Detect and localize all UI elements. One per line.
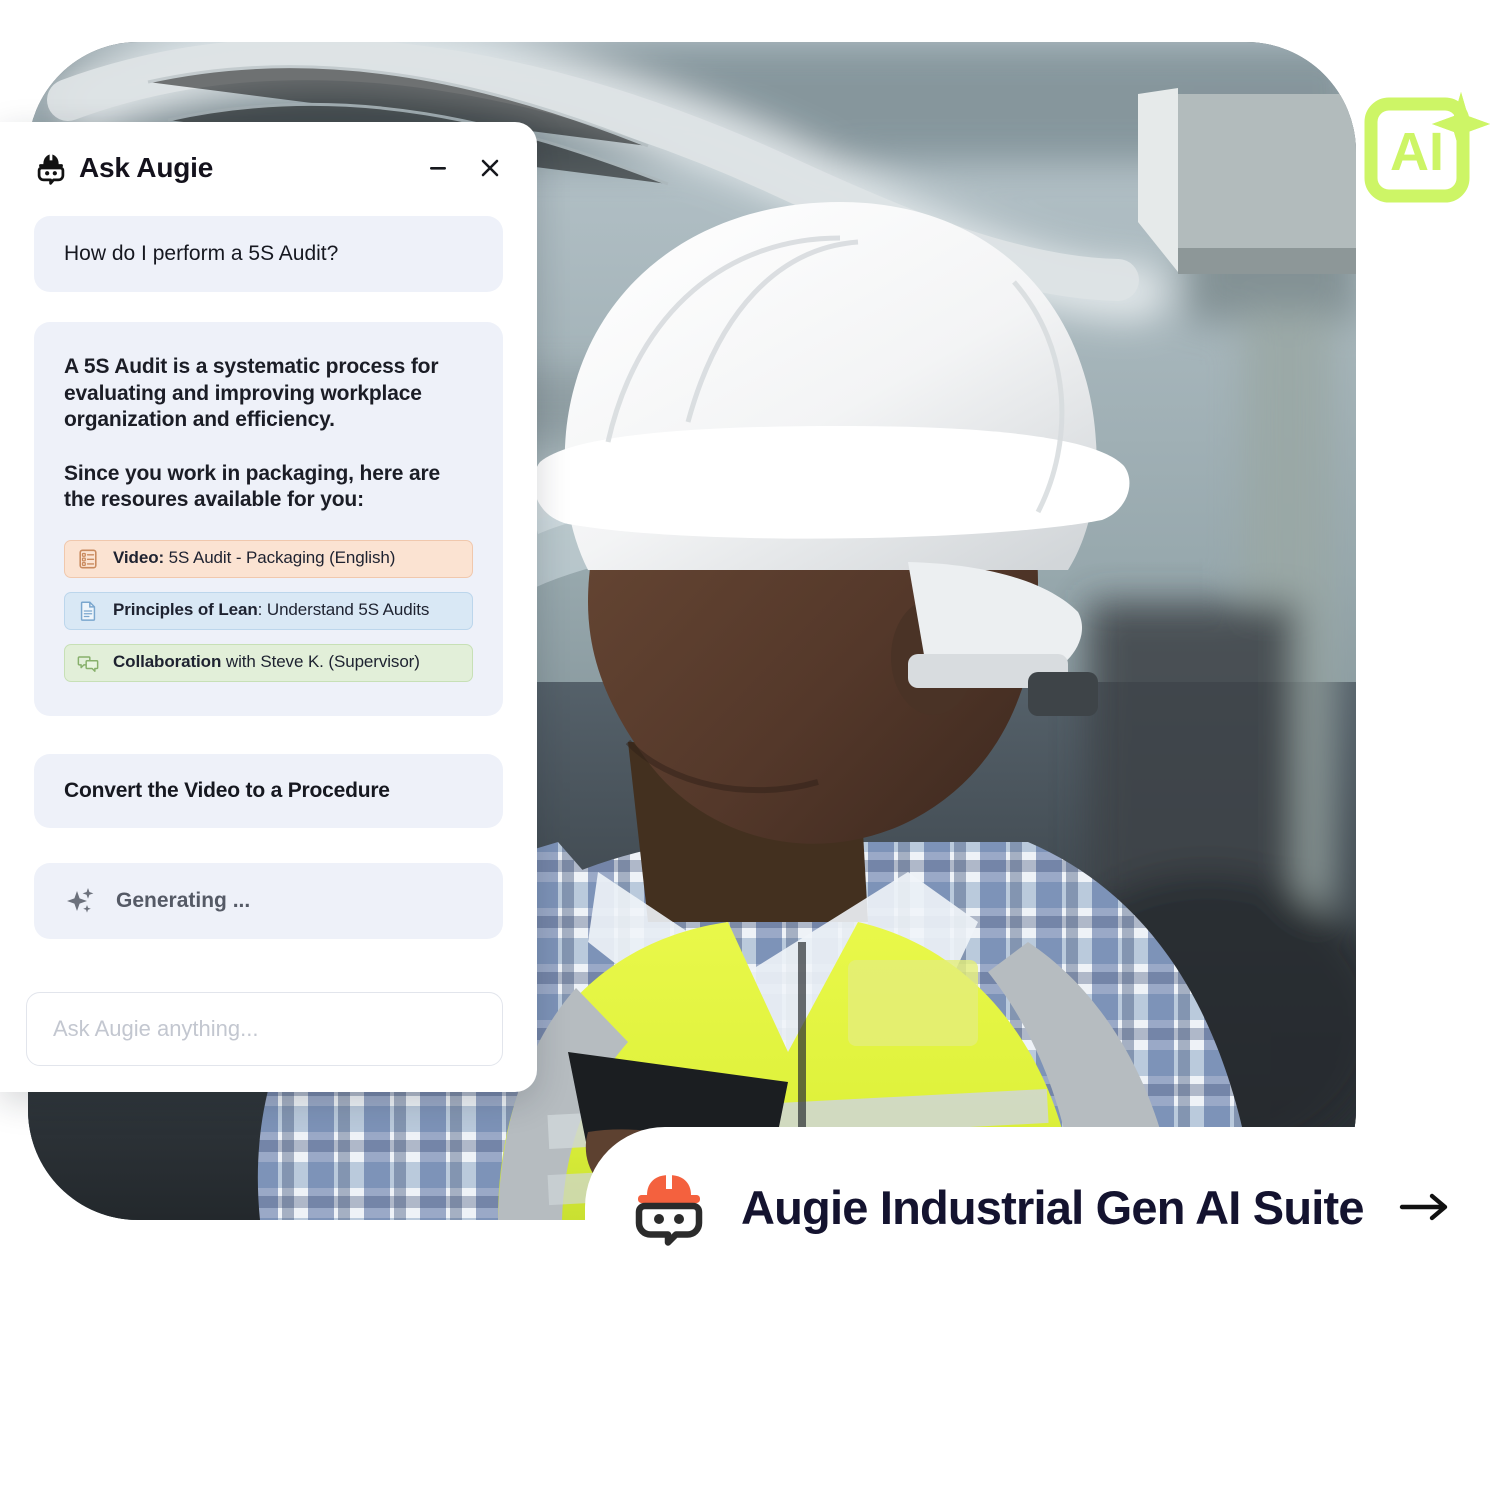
checklist-icon: [77, 548, 99, 570]
resource-chip-document[interactable]: Principles of Lean: Understand 5S Audits: [64, 591, 473, 630]
generating-status: Generating ...: [34, 862, 503, 939]
screenshot-root: AI Ask Augie How do I perform a 5S Audit…: [0, 0, 1500, 1500]
answer-paragraph-2: Since you work in packaging, here are th…: [64, 462, 441, 512]
panel-header: Ask Augie: [34, 122, 503, 206]
resource-chip-video[interactable]: Video: 5S Audit - Packaging (English): [64, 539, 473, 578]
product-banner[interactable]: Augie Industrial Gen AI Suite: [585, 1127, 1500, 1287]
assistant-answer-card: A 5S Audit is a systematic process for e…: [34, 322, 503, 716]
resource-chip-collaboration[interactable]: Collaboration with Steve K. (Supervisor): [64, 643, 473, 682]
document-icon: [77, 600, 99, 622]
convert-video-action-button[interactable]: Convert the Video to a Procedure: [34, 753, 503, 828]
minimize-button[interactable]: [425, 155, 451, 181]
ask-augie-panel: Ask Augie How do I perform a 5S Audit? A…: [0, 122, 537, 1092]
panel-title: Ask Augie: [79, 152, 214, 183]
user-message-bubble: How do I perform a 5S Audit?: [34, 216, 503, 293]
resource-chip-video-label: Video: 5S Audit - Packaging (English): [113, 548, 396, 568]
arrow-right-icon[interactable]: [1398, 1187, 1452, 1227]
resource-chip-list: Video: 5S Audit - Packaging (English) Pr…: [64, 539, 473, 682]
window-controls: [425, 155, 503, 181]
resource-chip-collaboration-label: Collaboration with Steve K. (Supervisor): [113, 652, 420, 672]
resource-chip-document-label: Principles of Lean: Understand 5S Audits: [113, 600, 430, 620]
composer[interactable]: [26, 992, 503, 1066]
ai-sparkle-badge-icon: AI: [1362, 84, 1492, 216]
search-input[interactable]: [53, 1016, 476, 1042]
chat-bubbles-icon: [77, 652, 99, 674]
sparkle-icon: [64, 885, 96, 917]
augie-mascot-icon: [627, 1165, 711, 1249]
augie-mascot-icon: [34, 151, 68, 185]
answer-paragraph-1: A 5S Audit is a systematic process for e…: [64, 355, 439, 431]
close-icon[interactable]: [477, 155, 503, 181]
svg-text:AI: AI: [1390, 122, 1444, 182]
generating-status-label: Generating ...: [116, 888, 251, 912]
banner-title: Augie Industrial Gen AI Suite: [741, 1180, 1364, 1234]
